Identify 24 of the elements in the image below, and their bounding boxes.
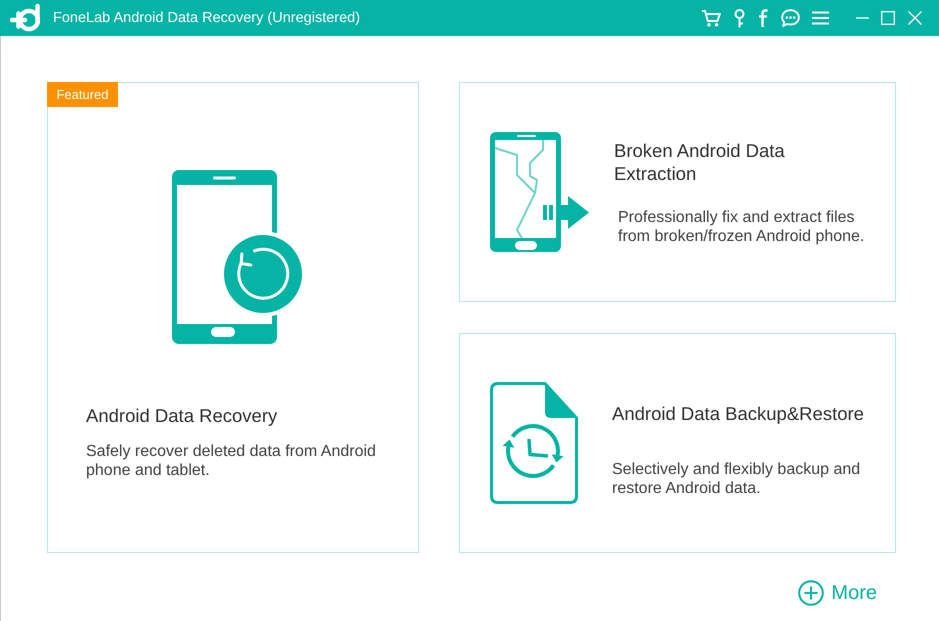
key-icon[interactable] xyxy=(733,8,746,28)
card-description: Professionally fix and extract files from broken/frozen Android phone. xyxy=(618,208,866,246)
broken-phone-arrow-icon xyxy=(490,132,590,252)
card-title: Broken Android Data Extraction xyxy=(614,138,786,184)
f-icon[interactable] xyxy=(758,9,769,27)
maximize-icon[interactable] xyxy=(881,11,895,25)
card-description: Selectively and flexibly backup and restore Android data. xyxy=(612,460,862,498)
document-clock-icon xyxy=(490,382,578,504)
minimize-icon[interactable] xyxy=(856,17,869,19)
chat-icon[interactable] xyxy=(781,9,800,27)
menu-icon[interactable] xyxy=(812,11,829,25)
cart-icon[interactable] xyxy=(701,9,721,27)
featured-badge: Featured xyxy=(47,82,118,107)
card-title: Android Data Recovery xyxy=(86,404,278,427)
plus-circle-icon xyxy=(798,580,824,606)
close-icon[interactable] xyxy=(908,11,922,25)
feature-card[interactable]: Featured Android Data Recovery Safely recover deleted data from Android phone and tablet. xyxy=(47,82,419,553)
card-title: Android Data Backup&Restore xyxy=(612,402,864,425)
window-title: FoneLab Android Data Recovery (Unregistered) xyxy=(53,10,360,26)
card-description: Safely recover deleted data from Android phone and tablet. xyxy=(86,442,377,480)
feature-card[interactable]: Android Data Backup&Restore Selectively and flexibly backup and restore Android data. xyxy=(459,333,896,553)
feature-card[interactable]: Broken Android Data Extraction Professionally fix and extract files from broken/frozen Android phone. xyxy=(459,82,896,302)
logo-icon xyxy=(10,3,40,33)
phone-restore-icon xyxy=(172,170,302,344)
